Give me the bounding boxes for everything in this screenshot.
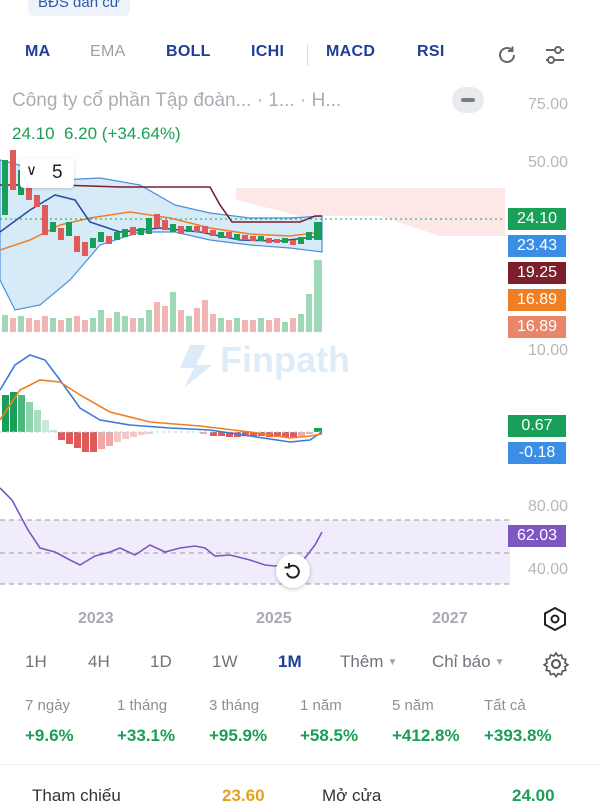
perf-label: 1 năm — [300, 697, 342, 714]
hexagon-icon — [544, 606, 566, 632]
perf-value: +9.6% — [25, 726, 74, 745]
perf-label: 5 năm — [392, 697, 434, 714]
minus-icon — [461, 98, 475, 102]
watermark — [180, 345, 212, 388]
last-price: 24.10 — [12, 124, 55, 143]
price-badge: 24.10 — [508, 208, 566, 230]
perf-value: +95.9% — [209, 726, 268, 745]
ref-price-label: Tham chiếu — [32, 786, 121, 805]
perf-value: +393.8% — [484, 726, 552, 745]
timeframe-1m[interactable]: 1M — [278, 652, 302, 672]
gear-icon[interactable] — [542, 650, 570, 678]
x-axis-year: 2027 — [432, 610, 468, 627]
collapse-button[interactable] — [452, 87, 484, 113]
caret-down-icon: ▼ — [387, 657, 398, 668]
change-value: 6.20 (+34.64%) — [64, 124, 181, 143]
chart-settings-button[interactable] — [540, 604, 570, 634]
signal-badge: -0.18 — [508, 442, 566, 464]
ref-price-value: 23.60 — [222, 786, 265, 805]
open-price-label: Mở cửa — [322, 786, 382, 805]
rotate-icon — [284, 563, 300, 579]
timeframe-1d[interactable]: 1D — [150, 652, 172, 672]
perf-label: Tất cả — [484, 697, 526, 714]
timeframe-1w[interactable]: 1W — [212, 652, 238, 672]
rsi-badge: 62.03 — [508, 525, 566, 547]
stock-title: Công ty cổ phần Tập đoàn... · 1... · H..… — [12, 90, 342, 111]
price-axis-label: 50.00 — [527, 154, 568, 171]
ma-badge: 16.89 — [508, 289, 566, 311]
reset-view-button[interactable] — [276, 554, 310, 588]
price-axis-label: 75.00 — [527, 96, 568, 113]
ma-badge: 16.89 — [508, 316, 566, 338]
ma-period-selector[interactable]: ∨ 5 — [20, 158, 74, 188]
perf-value: +33.1% — [117, 726, 176, 745]
ma-period: 5 — [52, 162, 63, 183]
perf-label: 3 tháng — [209, 697, 260, 714]
indicator-label: Chỉ báo — [432, 652, 491, 671]
indicator-dropdown[interactable]: Chỉ báo ▼ — [432, 652, 505, 672]
timeframe-1h[interactable]: 1H — [25, 652, 47, 672]
perf-label: 1 tháng — [117, 697, 168, 714]
perf-label: 7 ngày — [25, 697, 71, 714]
chevron-down-icon: ∨ — [26, 162, 37, 179]
timeframe-4h[interactable]: 4H — [88, 652, 110, 672]
macd-badge: 0.67 — [508, 415, 566, 437]
caret-down-icon: ▼ — [494, 657, 505, 668]
perf-value: +412.8% — [392, 726, 460, 745]
watermark-text: Finpath — [220, 339, 350, 380]
macd-axis-label: 10.00 — [527, 342, 568, 359]
more-dropdown[interactable]: Thêm ▼ — [340, 652, 397, 672]
x-axis-year: 2025 — [256, 610, 292, 627]
ma-badge: 23.43 — [508, 235, 566, 257]
more-label: Thêm — [340, 652, 384, 671]
divider — [0, 764, 600, 765]
ichimoku-badge: 19.25 — [508, 262, 566, 284]
perf-value: +58.5% — [300, 726, 359, 745]
rsi-axis-label: 80.00 — [527, 498, 568, 515]
price-change: 24.10 6.20 (+34.64%) — [12, 124, 181, 144]
rsi-axis-label: 40.00 — [527, 561, 568, 578]
x-axis-year: 2023 — [78, 610, 114, 627]
open-price-value: 24.00 — [512, 786, 555, 805]
